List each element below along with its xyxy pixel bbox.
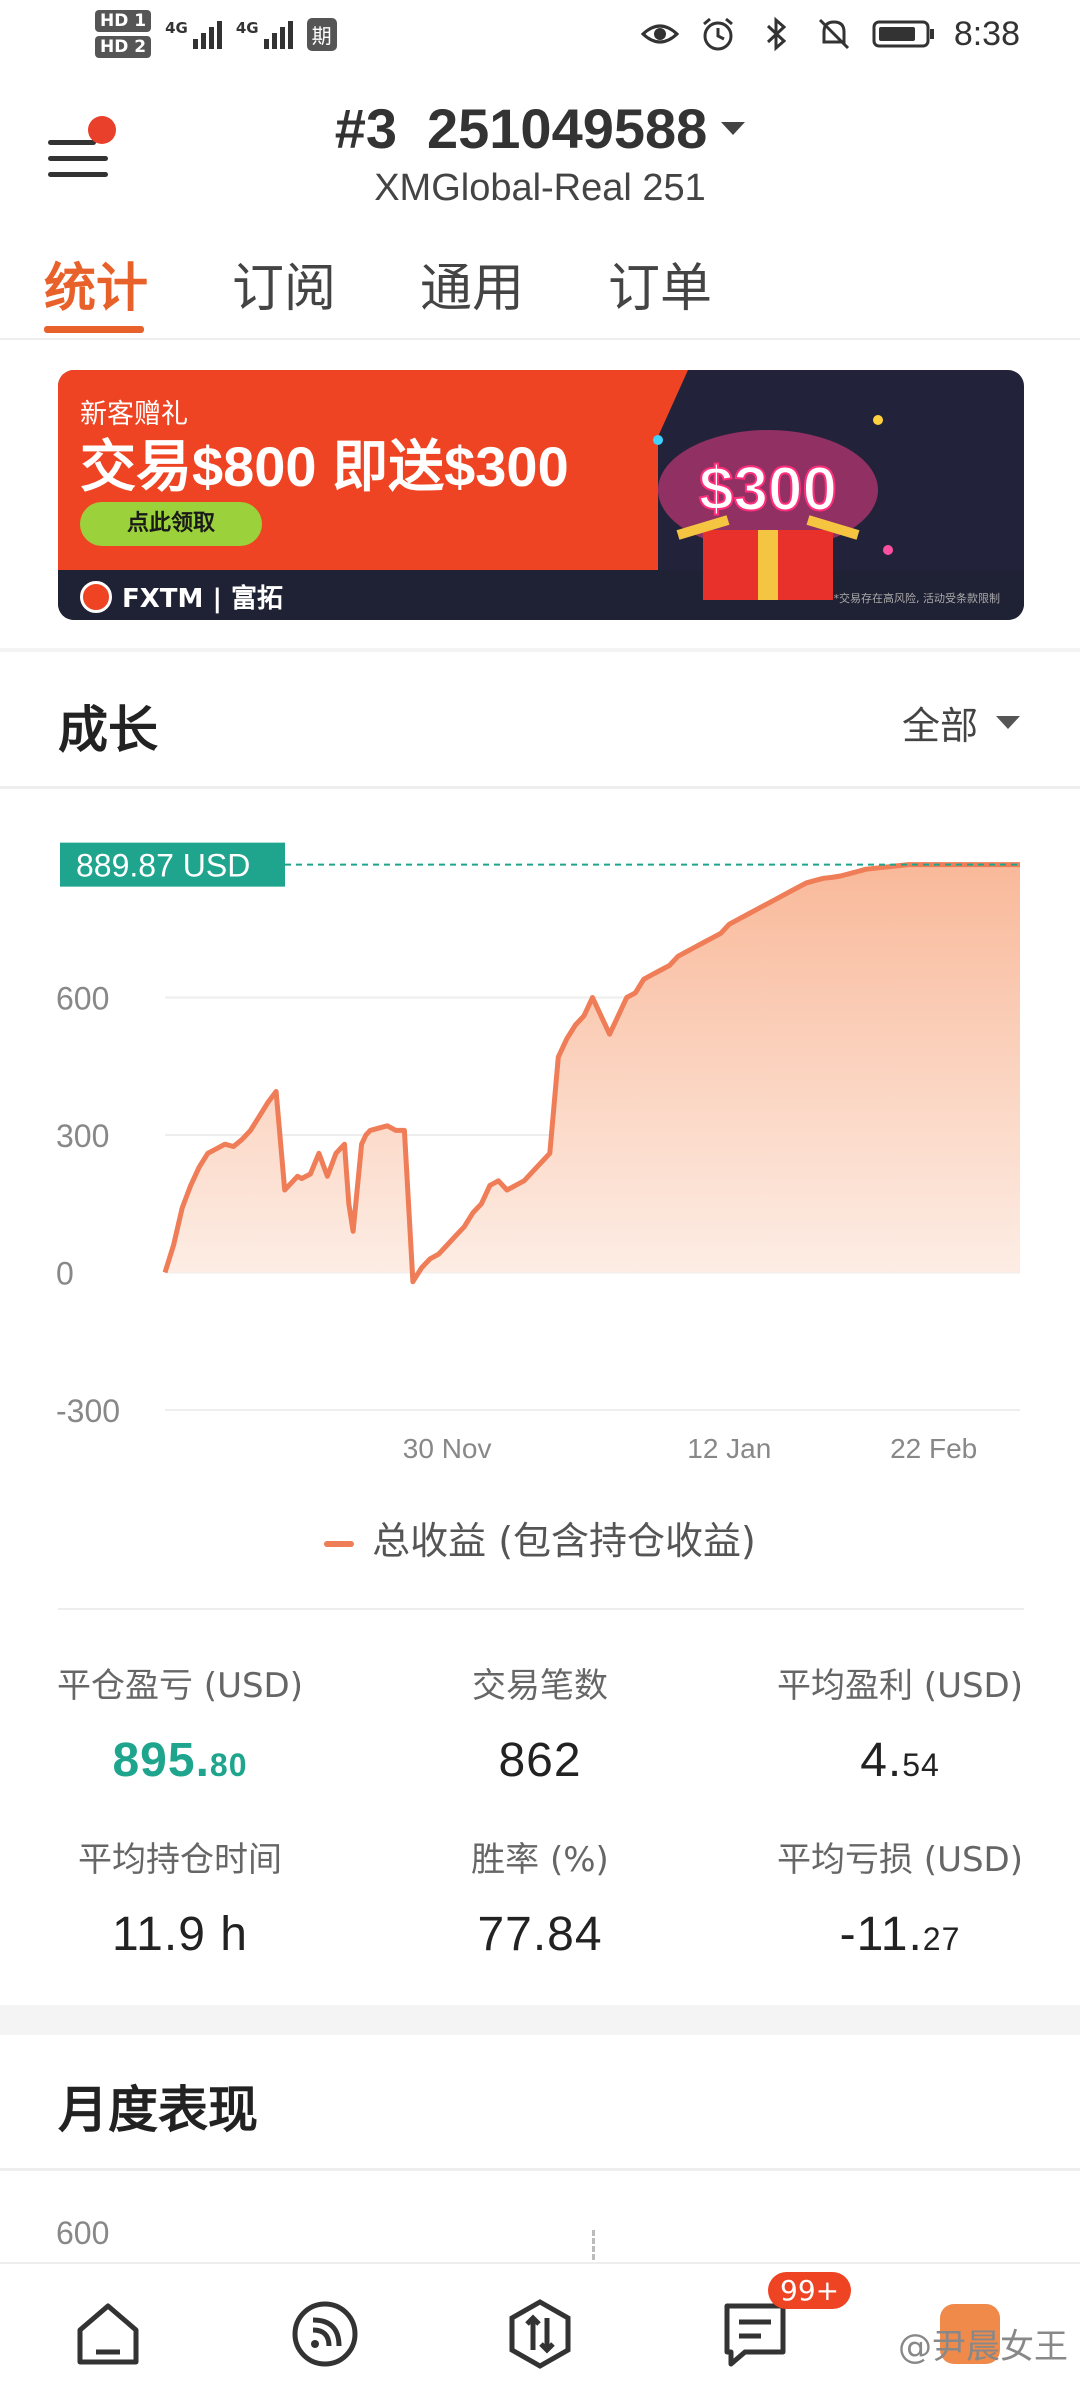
battery-icon xyxy=(872,20,934,48)
x-tick-label: 30 Nov xyxy=(403,1433,492,1464)
stat-value: 11.9 h xyxy=(112,1908,248,1961)
y-tick-label: -300 xyxy=(56,1393,120,1429)
tab-general[interactable]: 通用 xyxy=(420,246,524,321)
monthly-title: 月度表现 xyxy=(58,2081,258,2139)
growth-title: 成长 xyxy=(58,701,158,759)
growth-area xyxy=(165,864,1020,1282)
stat-label: 平均盈利 (USD) xyxy=(777,1666,1023,1706)
stat-trade-count: 交易笔数 862 xyxy=(360,1658,720,1788)
signal-icon-2: 4G xyxy=(236,19,293,49)
stat-value: 4.54 xyxy=(860,1734,940,1787)
status-bar: HD 1 HD 2 4G 4G 期 8:38 xyxy=(0,0,1080,78)
growth-chart: 600 300 0 -300 30 Nov 12 Jan 22 Feb 889.87 US… xyxy=(56,842,1020,1464)
range-label: 全部 xyxy=(901,704,978,748)
active-tab-indicator xyxy=(44,326,144,333)
account-number: #3 xyxy=(334,97,397,160)
y-tick-label: 0 xyxy=(56,1256,74,1292)
account-id: 251049588 xyxy=(426,97,708,160)
stat-avg-loss: 平均亏损 (USD) -11.27 xyxy=(720,1832,1080,1962)
promo-banner[interactable]: 新客赠礼 交易$800 即送$300 点此领取 FXTM | 富拓 $300 *… xyxy=(58,370,1024,620)
x-tick-label: 22 Feb xyxy=(890,1433,977,1464)
range-selector[interactable]: 全部 xyxy=(902,695,1020,750)
qi-badge: 期 xyxy=(306,17,337,51)
monthly-marker xyxy=(592,2230,598,2260)
stat-value: -11.27 xyxy=(839,1908,961,1961)
app-header: #3 251049588 XMGlobal-Real 251 xyxy=(0,78,1080,228)
bottom-nav: 99+ @尹晨女王 xyxy=(0,2262,1080,2402)
stat-value: 77.84 xyxy=(477,1908,603,1961)
server-name: XMGlobal-Real 251 xyxy=(374,167,706,209)
stat-label: 平均持仓时间 xyxy=(78,1840,282,1880)
bluetooth-icon xyxy=(766,16,787,52)
stat-value: 895.80 xyxy=(112,1734,248,1787)
home-icon[interactable] xyxy=(68,2294,148,2374)
stat-value: 862 xyxy=(498,1734,582,1787)
hd2-icon: HD 2 xyxy=(95,36,152,58)
feed-icon[interactable] xyxy=(285,2294,365,2374)
stat-label: 交易笔数 xyxy=(472,1666,608,1706)
x-tick-label: 12 Jan xyxy=(687,1433,771,1464)
stat-label: 平仓盈亏 (USD) xyxy=(57,1666,303,1706)
tab-bar: 统计 订阅 通用 订单 xyxy=(0,228,1080,340)
stat-label: 胜率 (%) xyxy=(471,1840,609,1880)
monthly-ytick: 600 xyxy=(56,2215,110,2251)
chevron-down-icon xyxy=(996,716,1020,729)
tab-subscribe[interactable]: 订阅 xyxy=(232,246,336,321)
stat-closed-pnl: 平仓盈亏 (USD) 895.80 xyxy=(0,1658,360,1788)
stat-label: 平均亏损 (USD) xyxy=(777,1840,1023,1880)
svg-text:$300: $300 xyxy=(699,455,837,524)
messages-badge: 99+ xyxy=(768,2272,852,2309)
legend-label: 总收益 (包含持仓收益) xyxy=(372,1519,756,1563)
gift-box-art: $300 xyxy=(653,415,893,600)
stat-avg-profit: 平均盈利 (USD) 4.54 xyxy=(720,1658,1080,1788)
clock: 8:38 xyxy=(953,14,1020,53)
banner-headline: 交易$800 即送$300 xyxy=(80,435,569,498)
signal-icon: 4G xyxy=(165,19,222,49)
legend-swatch xyxy=(324,1540,355,1547)
trade-icon[interactable] xyxy=(500,2294,580,2374)
stat-win-rate: 胜率 (%) 77.84 xyxy=(360,1832,720,1962)
alarm-icon xyxy=(702,17,733,51)
hd1-icon: HD 1 xyxy=(95,10,152,32)
current-value-label: 889.87 USD xyxy=(76,848,250,884)
stat-avg-hold-time: 平均持仓时间 11.9 h xyxy=(0,1832,360,1962)
eye-icon xyxy=(640,24,680,44)
mute-icon xyxy=(818,18,849,50)
banner-disclaimer: *交易存在高风险, 活动受条款限制 xyxy=(833,592,1001,605)
tab-statistics[interactable]: 统计 xyxy=(44,246,148,321)
watermark: @尹晨女王 xyxy=(898,2327,1068,2367)
account-selector[interactable]: #3 251049588 XMGlobal-Real 251 xyxy=(0,96,1080,210)
chart-legend[interactable]: 总收益 (包含持仓收益) xyxy=(0,1510,1080,1565)
y-tick-label: 300 xyxy=(56,1118,109,1154)
stats-grid: 平仓盈亏 (USD) 895.80 交易笔数 862 平均盈利 (USD) 4.… xyxy=(0,1610,1080,1970)
y-tick-label: 600 xyxy=(56,981,109,1017)
fxtm-logo-icon xyxy=(80,580,112,613)
tab-orders[interactable]: 订单 xyxy=(608,246,712,321)
banner-cta-button[interactable]: 点此领取 xyxy=(80,502,262,546)
chevron-down-icon xyxy=(721,122,746,135)
fxtm-logo: FXTM | 富拓 xyxy=(80,578,283,615)
